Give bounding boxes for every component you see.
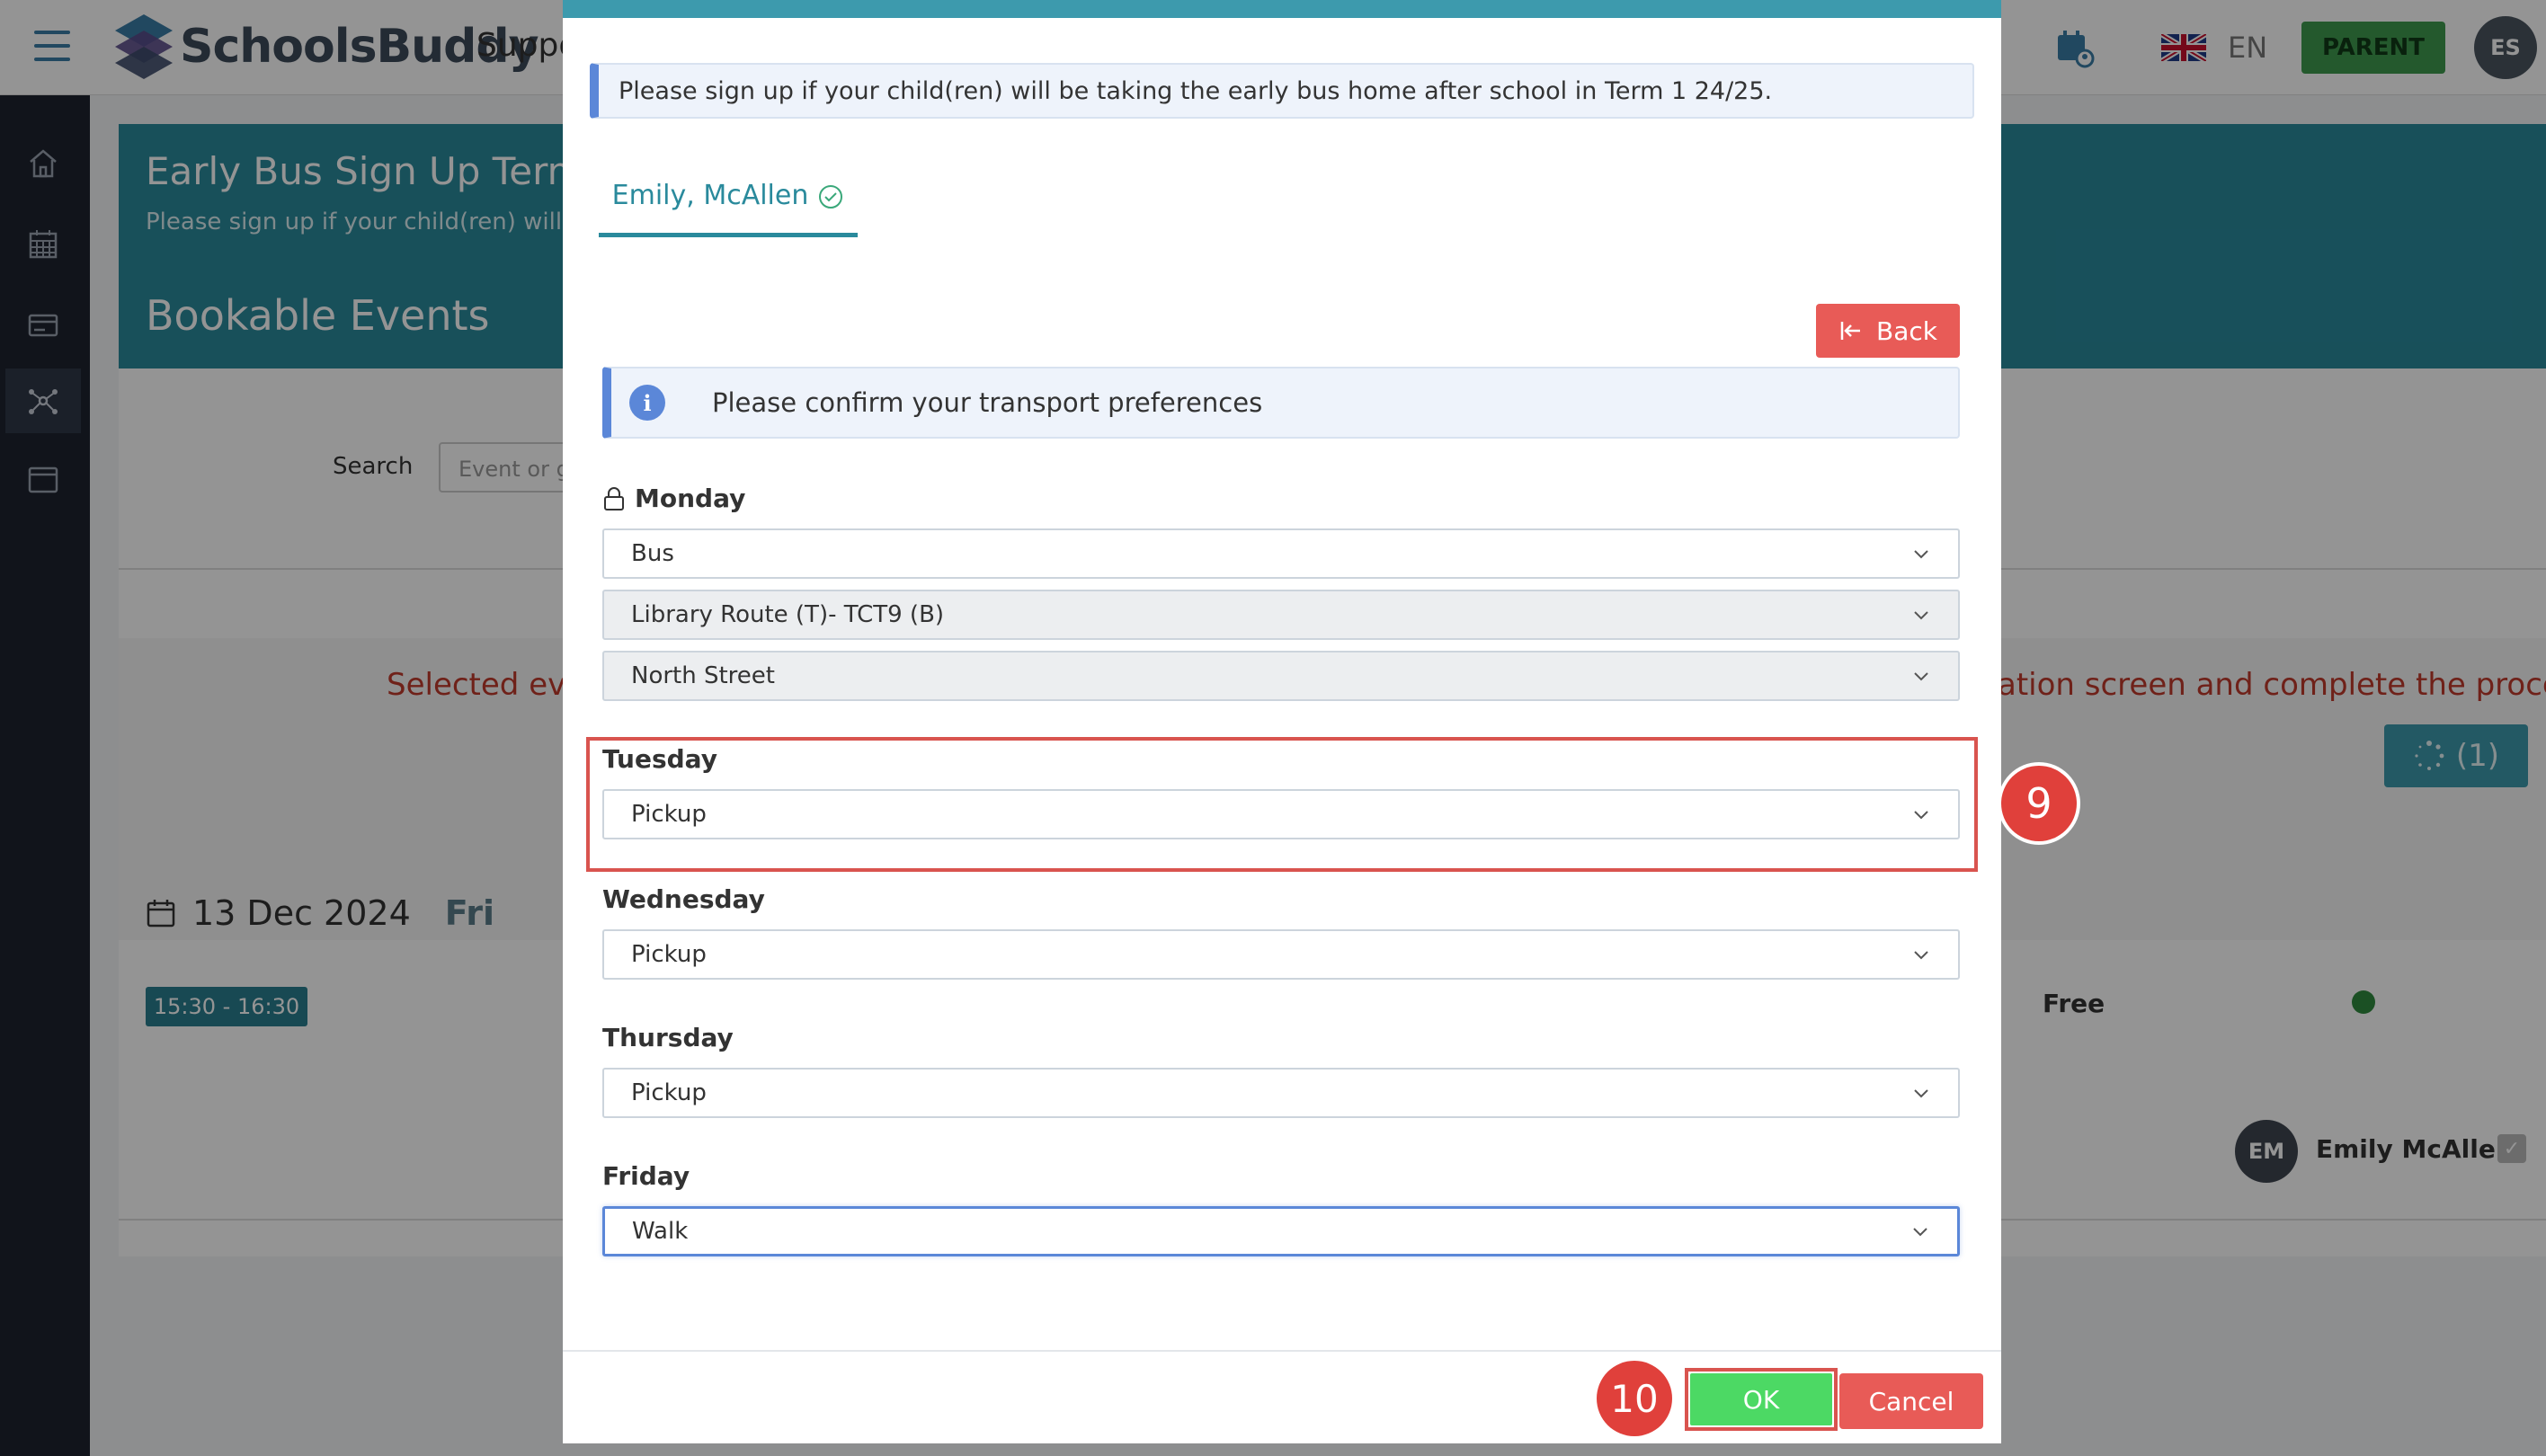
- chevron-down-icon: [1914, 811, 1928, 820]
- monday-route-select[interactable]: Library Route (T)- TCT9 (B): [602, 590, 1960, 640]
- modal-header-bar: [563, 0, 2001, 18]
- chevron-down-icon: [1913, 1228, 1927, 1237]
- wednesday-label: Wednesday: [602, 884, 765, 914]
- transport-preferences-modal: Please sign up if your child(ren) will b…: [563, 0, 2001, 1443]
- chevron-down-icon: [1914, 672, 1928, 681]
- modal-footer-divider: [563, 1350, 2001, 1352]
- monday-stop-value: North Street: [631, 662, 775, 689]
- monday-label-text: Monday: [635, 484, 746, 513]
- monday-stop-select[interactable]: North Street: [602, 651, 1960, 701]
- intro-notice: Please sign up if your child(ren) will b…: [590, 63, 1974, 119]
- tuesday-transport-value: Pickup: [631, 801, 707, 828]
- friday-transport-value: Walk: [632, 1218, 689, 1245]
- thursday-label: Thursday: [602, 1023, 734, 1052]
- monday-route-value: Library Route (T)- TCT9 (B): [631, 601, 945, 628]
- friday-label: Friday: [602, 1161, 690, 1191]
- chevron-down-icon: [1914, 1089, 1928, 1098]
- chevron-down-icon: [1914, 951, 1928, 960]
- step-9-marker: 9: [2001, 766, 2077, 841]
- wednesday-label-text: Wednesday: [602, 884, 765, 914]
- monday-label: Monday: [602, 484, 745, 513]
- monday-transport-select[interactable]: Bus: [602, 528, 1960, 579]
- lock-icon: [604, 486, 624, 510]
- wednesday-transport-select[interactable]: Pickup: [602, 929, 1960, 980]
- friday-transport-select[interactable]: Walk: [602, 1206, 1960, 1256]
- chevron-down-icon: [1914, 550, 1928, 559]
- cancel-button[interactable]: Cancel: [1839, 1373, 1983, 1429]
- tuesday-transport-select[interactable]: Pickup: [602, 789, 1960, 839]
- thursday-transport-value: Pickup: [631, 1079, 707, 1106]
- friday-label-text: Friday: [602, 1161, 690, 1191]
- chevron-down-icon: [1914, 611, 1928, 620]
- back-label: Back: [1876, 315, 1937, 346]
- confirm-notice: i Please confirm your transport preferen…: [602, 367, 1960, 439]
- arrow-left-to-bar-icon: [1840, 322, 1860, 340]
- tuesday-label: Tuesday: [602, 744, 717, 774]
- monday-transport-value: Bus: [631, 540, 674, 567]
- back-button[interactable]: Back: [1816, 304, 1960, 358]
- tab-student-emily-mcallen[interactable]: Emily, McAllen: [599, 171, 858, 237]
- tuesday-label-text: Tuesday: [602, 744, 717, 774]
- ok-button[interactable]: OK: [1690, 1373, 1832, 1425]
- check-circle-icon: [819, 185, 843, 209]
- info-icon: i: [629, 385, 665, 421]
- thursday-transport-select[interactable]: Pickup: [602, 1068, 1960, 1118]
- thursday-label-text: Thursday: [602, 1023, 734, 1052]
- tab-label: Emily, McAllen: [611, 180, 809, 211]
- confirm-text: Please confirm your transport preference…: [712, 387, 1263, 418]
- wednesday-transport-value: Pickup: [631, 941, 707, 968]
- step-10-marker: 10: [1597, 1361, 1672, 1436]
